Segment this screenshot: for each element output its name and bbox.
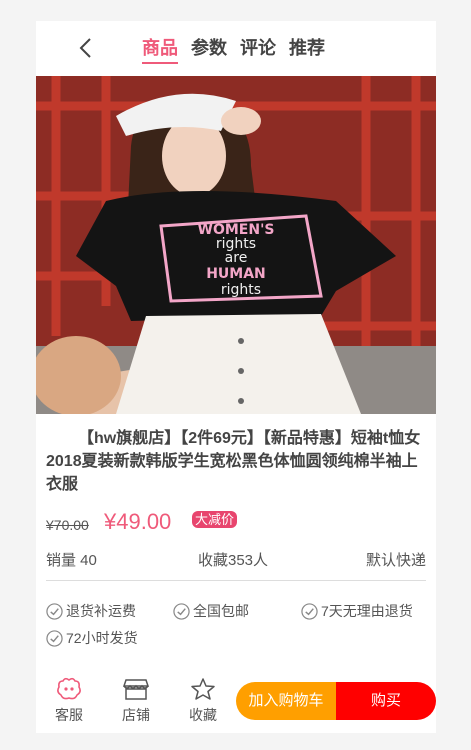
- star-icon: [191, 678, 215, 700]
- tab-params[interactable]: 参数: [191, 37, 227, 64]
- price-row: ¥70.00 ¥49.00 大减价: [46, 509, 426, 539]
- store-icon: [123, 679, 149, 700]
- service-item: 7天无理由退货: [301, 601, 413, 621]
- product-image[interactable]: WOMEN'S rights are HUMAN rights: [36, 76, 436, 414]
- buy-now-button[interactable]: 购买: [336, 682, 436, 720]
- product-title: 【hw旗舰店】【2件69元】【新品特惠】短袖t恤女2018夏装新款韩版学生宽松黑…: [46, 430, 421, 493]
- divider: [46, 580, 426, 581]
- add-to-cart-button[interactable]: 加入购物车: [236, 682, 336, 720]
- check-circle-icon: [173, 602, 190, 620]
- shipping-method: 默认快递: [365, 552, 426, 569]
- favorite-button[interactable]: 收藏: [183, 677, 223, 725]
- svg-text:HUMAN: HUMAN: [206, 266, 266, 282]
- current-price: ¥49.00: [104, 509, 172, 534]
- original-price: ¥70.00: [46, 517, 89, 533]
- service-item: 72小时发货: [46, 628, 138, 648]
- tab-product[interactable]: 商品: [142, 37, 178, 64]
- tab-reviews[interactable]: 评论: [240, 37, 276, 64]
- customer-service-icon: [57, 677, 81, 700]
- check-circle-icon: [46, 629, 63, 647]
- service-item: 全国包邮: [173, 601, 249, 621]
- bottom-action-bar: 客服 店铺 收藏 加入购物车 购买: [36, 667, 436, 733]
- sale-badge: 大减价: [192, 511, 238, 528]
- tab-recommend[interactable]: 推荐: [289, 37, 325, 64]
- back-arrow-icon[interactable]: [76, 37, 98, 59]
- check-circle-icon: [46, 602, 63, 620]
- customer-service-button[interactable]: 客服: [49, 677, 89, 725]
- shop-button[interactable]: 店铺: [116, 677, 156, 725]
- product-detail-page: 商品 参数 评论 推荐 WOMEN'S rights are HUMAN rig…: [36, 21, 436, 733]
- svg-text:rights: rights: [221, 282, 261, 298]
- check-circle-icon: [301, 602, 318, 620]
- tab-bar: 商品 参数 评论 推荐: [142, 37, 325, 64]
- favorite-count: 收藏353人: [198, 552, 269, 569]
- top-nav: 商品 参数 评论 推荐: [36, 21, 436, 76]
- stats-row: 销量 40 收藏353人 默认快递: [46, 546, 426, 570]
- svg-text:are: are: [225, 250, 248, 266]
- sales-count: 销量 40: [46, 552, 97, 569]
- service-item: 退货补运费: [46, 601, 136, 621]
